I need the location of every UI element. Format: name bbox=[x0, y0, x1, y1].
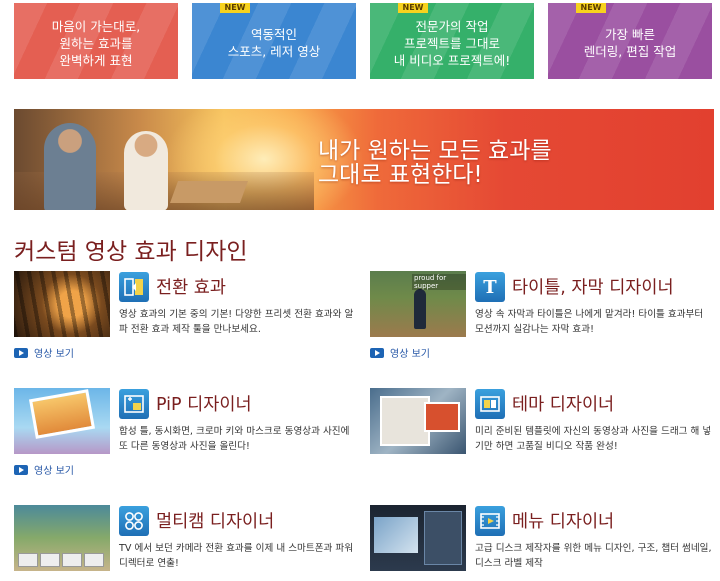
tile-text: 마음이 가는대로, 원하는 효과를 완벽하게 표현 bbox=[51, 18, 141, 68]
new-badge: NEW bbox=[398, 3, 428, 13]
feature-title: 메뉴 디자이너 bbox=[512, 512, 615, 532]
theme-icon bbox=[475, 389, 505, 419]
play-icon bbox=[14, 347, 28, 358]
feature-title-designer: proud for supper T 타이틀, 자막 디자이너 영상 속 자막과… bbox=[370, 271, 716, 371]
theme-thumbnail[interactable] bbox=[370, 388, 466, 454]
tile-text: 역동적인 스포츠, 레저 영상 bbox=[227, 27, 321, 59]
child-figure bbox=[124, 131, 168, 210]
menu-thumbnail[interactable] bbox=[370, 505, 466, 571]
feature-title: 타이틀, 자막 디자이너 bbox=[512, 278, 674, 298]
watch-video-link[interactable]: 영상 보기 bbox=[14, 345, 74, 360]
multicam-thumbnail[interactable] bbox=[14, 505, 110, 571]
feature-description: 영상 속 자막과 타이틀은 나에게 맡겨라! 타이틀 효과부터 모션까지 실감나… bbox=[475, 309, 704, 335]
transition-icon bbox=[119, 272, 149, 302]
title-t-icon: T bbox=[475, 272, 505, 302]
tile-pro-projects[interactable]: NEW 전문가의 작업 프로젝트를 그대로 내 비디오 프로젝트에! bbox=[370, 3, 534, 79]
tiger-thumbnail[interactable] bbox=[14, 271, 110, 337]
feature-theme-designer: 테마 디자이너 미리 준비된 템플릿에 자신의 동영상과 사진을 드래그 해 넣… bbox=[370, 388, 716, 488]
watch-video-link[interactable]: 영상 보기 bbox=[14, 462, 74, 477]
menu-film-icon bbox=[475, 506, 505, 536]
play-icon bbox=[370, 347, 384, 358]
banner-headline: 내가 원하는 모든 효과를 그대로 표현한다! bbox=[318, 138, 552, 188]
feature-description: 고급 디스크 제작자를 위한 메뉴 디자인, 구조, 챕터 썸네일, 디스크 라… bbox=[475, 543, 712, 569]
feature-multicam-designer: 멀티캠 디자이너 TV 에서 보던 카메라 전환 효과를 이제 내 스마트폰과 … bbox=[14, 505, 360, 581]
pip-thumbnail[interactable] bbox=[14, 388, 110, 454]
pip-icon bbox=[119, 389, 149, 419]
feature-description: TV 에서 보던 카메라 전환 효과를 이제 내 스마트폰과 파워디렉터로 연출… bbox=[119, 543, 354, 569]
feature-title: 멀티캠 디자이너 bbox=[156, 512, 275, 532]
feature-pip-designer: PiP 디자이너 합성 틀, 동시화면, 크로마 키와 마스크로 동영상과 사진… bbox=[14, 388, 360, 488]
feature-title: PiP 디자이너 bbox=[156, 395, 252, 415]
feature-title: 테마 디자이너 bbox=[512, 395, 615, 415]
hero-banner: 내가 원하는 모든 효과를 그대로 표현한다! bbox=[14, 109, 714, 210]
tile-fast-rendering[interactable]: NEW 가장 빠른 렌더링, 편집 작업 bbox=[548, 3, 712, 79]
tile-perfect-effects[interactable]: 마음이 가는대로, 원하는 효과를 완벽하게 표현 bbox=[14, 3, 178, 79]
new-badge: NEW bbox=[576, 3, 606, 13]
tile-sports-leisure[interactable]: NEW 역동적인 스포츠, 레저 영상 bbox=[192, 3, 356, 79]
tile-text: 전문가의 작업 프로젝트를 그대로 내 비디오 프로젝트에! bbox=[393, 18, 511, 68]
feature-title: 전환 효과 bbox=[156, 278, 226, 298]
feature-transition: 전환 효과 영상 효과의 기본 중의 기본! 다양한 프리셋 전환 효과와 알파… bbox=[14, 271, 360, 371]
feature-menu-designer: 메뉴 디자이너 고급 디스크 제작자를 위한 메뉴 디자인, 구조, 챕터 썸네… bbox=[370, 505, 716, 581]
play-icon bbox=[14, 464, 28, 475]
multicam-icon bbox=[119, 506, 149, 536]
field-thumbnail[interactable]: proud for supper bbox=[370, 271, 466, 337]
tile-text: 가장 빠른 렌더링, 편집 작업 bbox=[583, 27, 677, 59]
thumb-caption: proud for supper bbox=[412, 274, 466, 290]
cardboard-box bbox=[169, 181, 249, 203]
section-title: 커스텀 영상 효과 디자인 bbox=[14, 239, 248, 265]
watch-video-link[interactable]: 영상 보기 bbox=[370, 345, 430, 360]
feature-description: 합성 틀, 동시화면, 크로마 키와 마스크로 동영상과 사진에 또 다른 동영… bbox=[119, 426, 350, 452]
new-badge: NEW bbox=[220, 3, 250, 13]
feature-description: 영상 효과의 기본 중의 기본! 다양한 프리셋 전환 효과와 알파 전환 효과… bbox=[119, 309, 354, 335]
father-figure bbox=[44, 123, 96, 210]
feature-description: 미리 준비된 템플릿에 자신의 동영상과 사진을 드래그 해 넣기만 하면 고품… bbox=[475, 426, 712, 452]
